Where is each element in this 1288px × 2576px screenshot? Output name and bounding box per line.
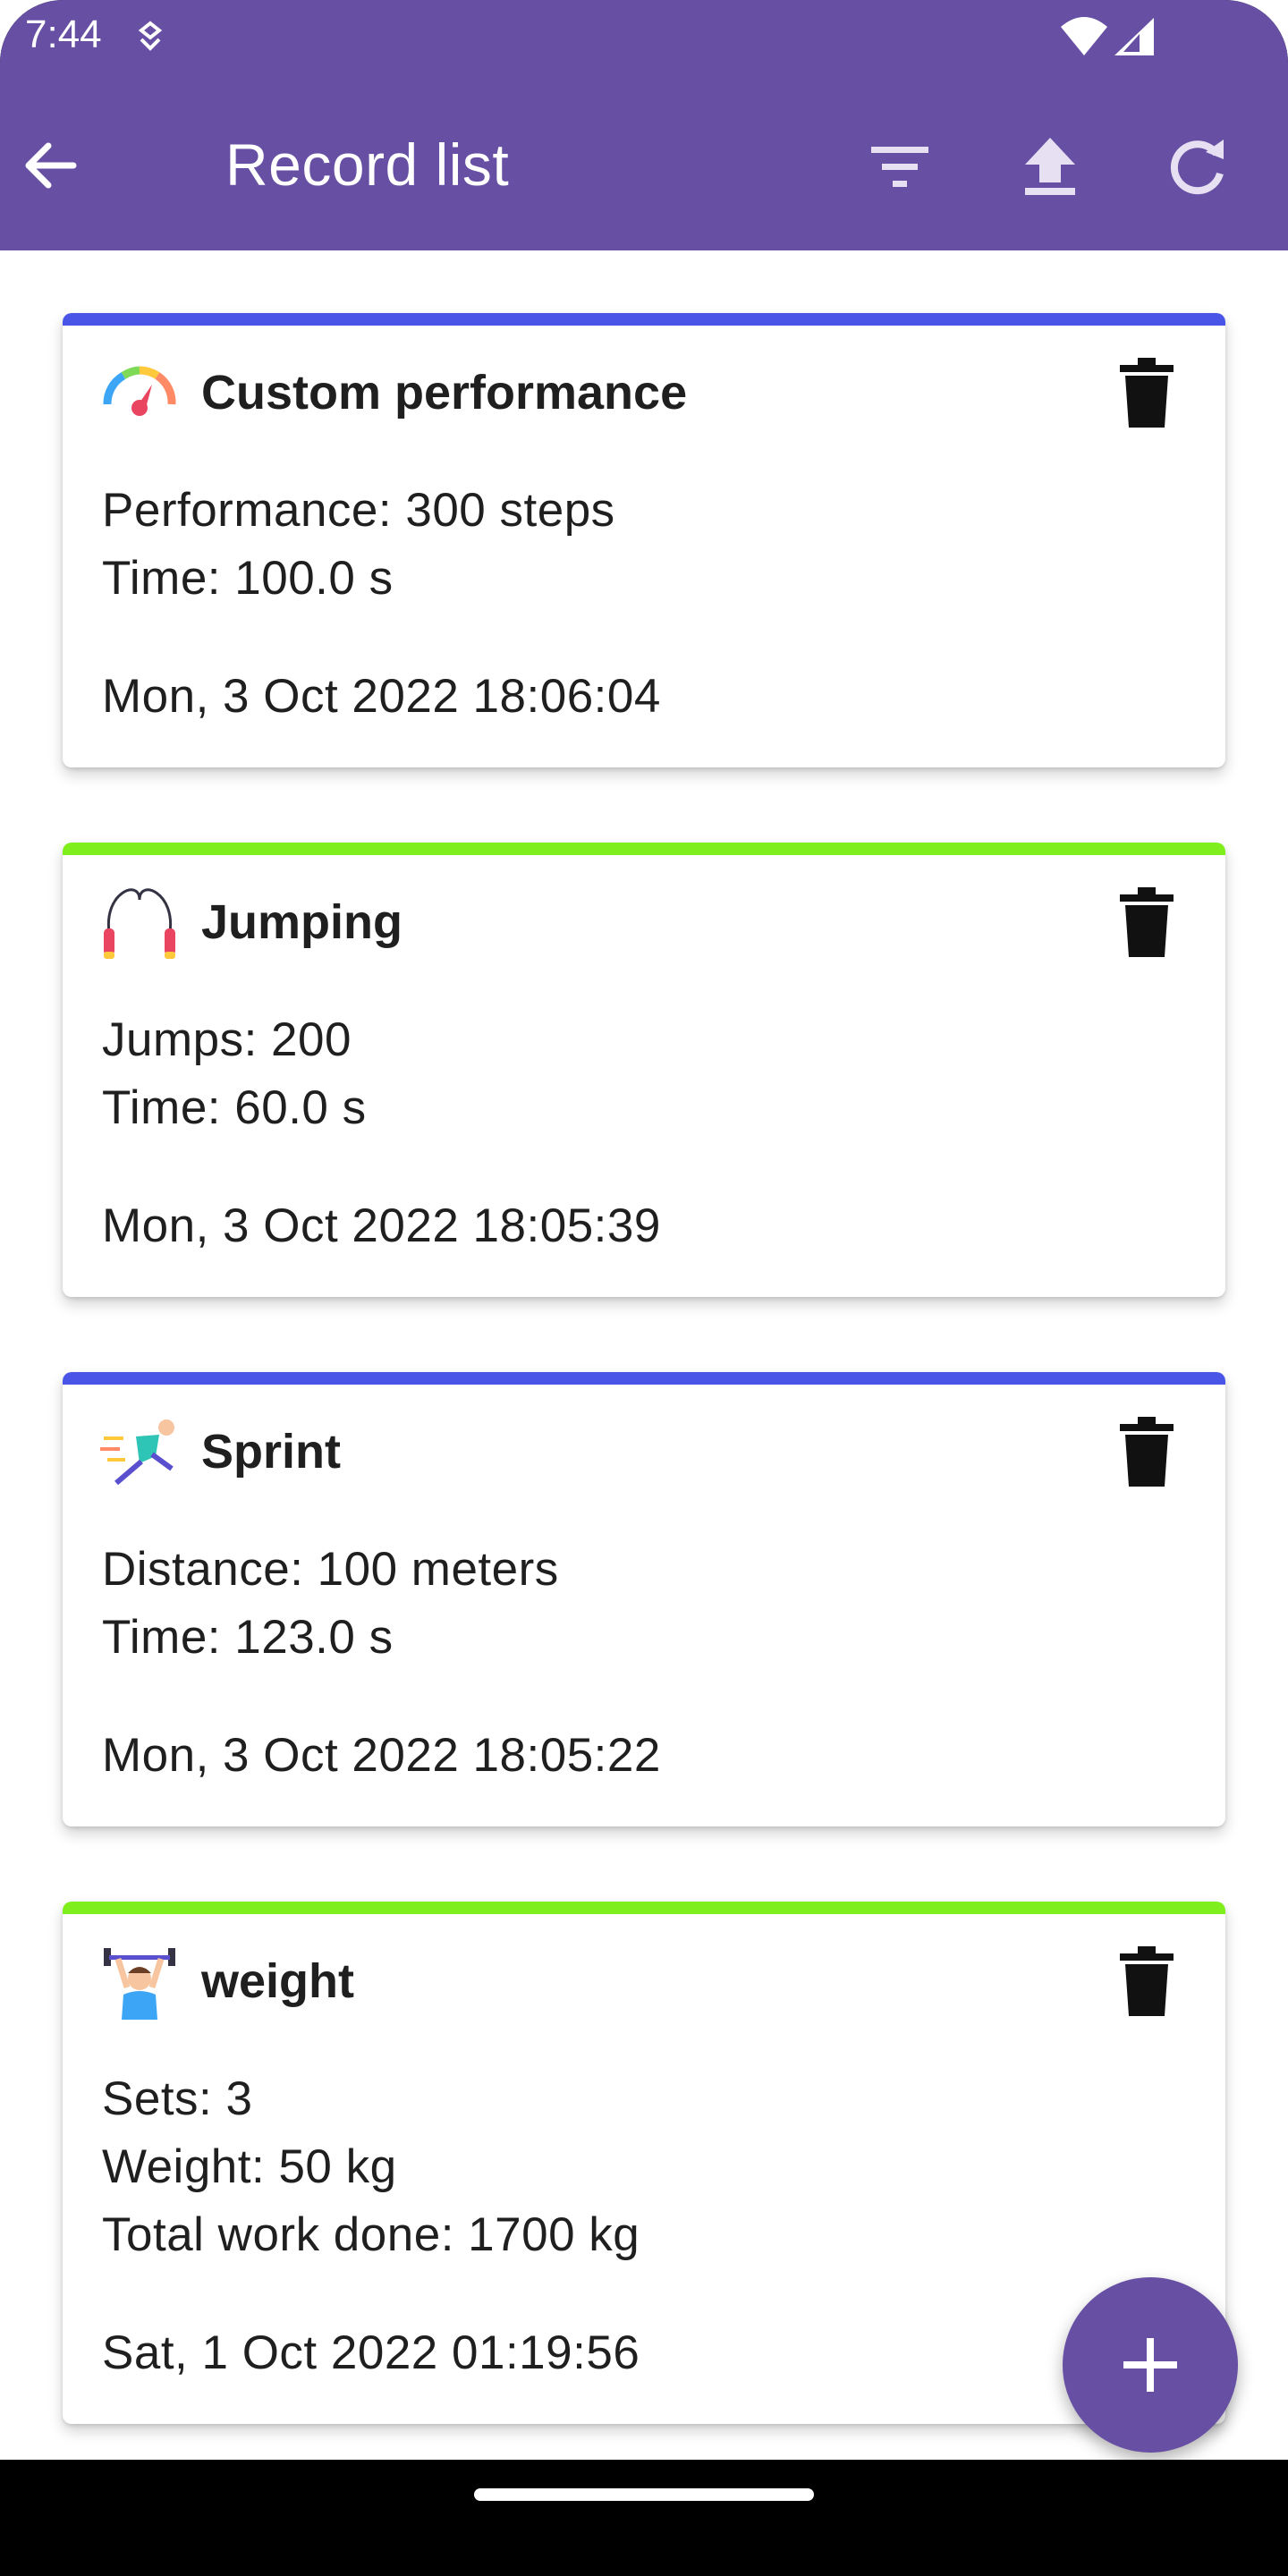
record-detail: Total work done: 1700 kg: [102, 2208, 640, 2261]
delete-icon[interactable]: [1118, 358, 1175, 429]
record-detail: Time: 60.0 s: [102, 1081, 367, 1134]
card-accent-bar: [63, 1902, 1225, 1914]
record-list: Custom performance Performance: 300 step…: [0, 250, 1288, 2460]
speedometer-icon: [103, 366, 176, 416]
record-date: Mon, 3 Oct 2022 18:05:39: [102, 1199, 661, 1252]
filter-icon[interactable]: [866, 132, 934, 200]
record-card[interactable]: Custom performance Performance: 300 step…: [63, 313, 1225, 767]
add-record-button[interactable]: [1063, 2277, 1238, 2453]
jump-rope-icon: [104, 888, 175, 959]
record-title: weight: [201, 1954, 354, 2008]
record-detail: Distance: 100 meters: [102, 1543, 559, 1596]
record-card[interactable]: weight Sets: 3 Weight: 50 kg Total work …: [63, 1902, 1225, 2424]
record-date: Sat, 1 Oct 2022 01:19:56: [102, 2326, 640, 2379]
phone-screen: 7:44 Record list Custom performance Perf…: [0, 0, 1288, 2576]
back-arrow-icon[interactable]: [20, 134, 82, 197]
record-date: Mon, 3 Oct 2022 18:06:04: [102, 670, 661, 723]
record-detail: Sets: 3: [102, 2072, 253, 2125]
card-accent-bar: [63, 313, 1225, 326]
record-title: Jumping: [201, 895, 402, 949]
app-bar: 7:44 Record list: [0, 0, 1288, 250]
record-detail: Time: 100.0 s: [102, 552, 394, 605]
signal-icon: [1114, 18, 1154, 55]
record-title: Custom performance: [201, 366, 688, 419]
refresh-icon[interactable]: [1165, 132, 1233, 200]
record-date: Mon, 3 Oct 2022 18:05:22: [102, 1729, 661, 1782]
system-nav-bar: [0, 2460, 1288, 2576]
upload-icon[interactable]: [1016, 132, 1084, 200]
delete-icon[interactable]: [1118, 1946, 1175, 2018]
card-accent-bar: [63, 843, 1225, 855]
weightlifter-icon: [104, 1948, 175, 2020]
record-detail: Performance: 300 steps: [102, 484, 615, 537]
delete-icon[interactable]: [1118, 887, 1175, 959]
record-detail: Weight: 50 kg: [102, 2140, 397, 2193]
record-card[interactable]: Sprint Distance: 100 meters Time: 123.0 …: [63, 1372, 1225, 1826]
record-detail: Jumps: 200: [102, 1013, 352, 1066]
record-title: Sprint: [201, 1425, 341, 1479]
status-time: 7:44: [25, 13, 102, 56]
plus-icon: [1123, 2338, 1177, 2392]
sprinter-icon: [100, 1419, 174, 1486]
home-gesture-pill[interactable]: [474, 2488, 814, 2501]
wifi-icon: [1061, 17, 1107, 55]
card-accent-bar: [63, 1372, 1225, 1385]
record-detail: Time: 123.0 s: [102, 1611, 394, 1664]
record-card[interactable]: Jumping Jumps: 200 Time: 60.0 s Mon, 3 O…: [63, 843, 1225, 1297]
notification-icon: [138, 21, 163, 51]
page-title: Record list: [225, 131, 510, 198]
delete-icon[interactable]: [1118, 1417, 1175, 1488]
